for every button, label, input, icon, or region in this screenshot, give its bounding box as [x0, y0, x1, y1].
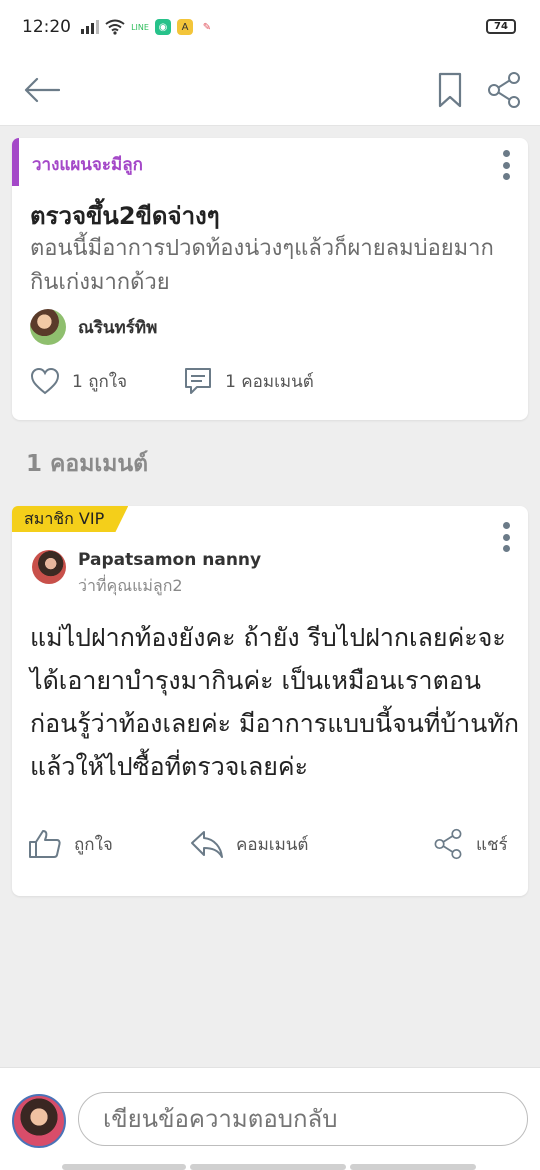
comment-author[interactable]: Papatsamon nanny ว่าที่คุณแม่ลูก2	[32, 550, 261, 599]
comment-share-button[interactable]: แชร์	[432, 828, 508, 860]
comment-like-label: ถูกใจ	[74, 834, 113, 855]
comment-count-label: 1 คอมเมนต์	[225, 371, 314, 392]
comment-reply-label: คอมเมนต์	[236, 834, 309, 855]
arrow-left-icon	[24, 77, 60, 103]
post-title: ตรวจขึ้น2ขีดจ่างๆ	[30, 202, 220, 230]
comment-card: สมาชิก VIP Papatsamon nanny ว่าที่คุณแม่…	[12, 506, 528, 896]
home-indicator	[190, 1164, 346, 1170]
vip-badge: สมาชิก VIP	[12, 506, 129, 532]
like-count: 1 ถูกใจ	[72, 371, 128, 392]
reply-input[interactable]	[78, 1092, 528, 1146]
post-author[interactable]: ณรินทร์ทิพ	[30, 309, 157, 345]
share-icon	[488, 72, 520, 108]
thumbs-up-icon	[29, 830, 61, 858]
comment-reply-button[interactable]: คอมเมนต์	[190, 829, 308, 859]
avatar[interactable]	[30, 309, 66, 345]
translate-app-icon: A	[177, 19, 193, 35]
kebab-dot-icon	[502, 150, 510, 157]
post-category[interactable]: วางแผนจะมีลูก	[32, 151, 143, 178]
status-time: 12:20	[22, 17, 71, 37]
status-icons: LINE ◉ A ✎	[81, 19, 215, 35]
reply-bar	[0, 1067, 540, 1170]
kebab-dot-icon	[502, 161, 510, 169]
post-stats: 1 ถูกใจ 1 คอมเมนต์	[30, 366, 314, 396]
bookmark-button[interactable]	[432, 66, 468, 114]
comment-stat[interactable]: 1 คอมเมนต์	[183, 366, 314, 396]
post-body: ตอนนี้มีอาการปวดท้องน่วงๆแล้วก็ผายลมบ่อย…	[30, 236, 494, 295]
kebab-dot-icon	[502, 545, 510, 552]
messenger-app-icon: ✎	[199, 19, 215, 35]
post-card: วางแผนจะมีลูก ตรวจขึ้น2ขีดจ่างๆ ตอนนี้มี…	[12, 138, 528, 420]
comment-like-button[interactable]: ถูกใจ	[28, 829, 113, 859]
heart-icon	[30, 367, 60, 395]
comment-icon	[185, 368, 212, 394]
comment-share-label: แชร์	[476, 834, 508, 855]
share-button[interactable]	[482, 66, 526, 114]
avatar	[12, 1094, 66, 1148]
kebab-dot-icon	[502, 533, 510, 541]
status-bar: 12:20 LINE ◉ A ✎ 74	[0, 0, 540, 54]
home-indicator	[62, 1164, 186, 1170]
comment-body: แม่ไปฝากท้องยังคะ ถ้ายัง รีบไปฝากเลยค่ะจ…	[30, 623, 519, 781]
comment-more-button[interactable]	[496, 522, 516, 552]
comments-header: 1 คอมเมนต์	[26, 451, 149, 477]
battery-icon: 74	[486, 19, 516, 34]
category-indicator	[12, 138, 19, 186]
line-app-icon: LINE	[131, 19, 149, 35]
kebab-dot-icon	[502, 173, 510, 180]
chat-app-icon: ◉	[155, 19, 171, 35]
wifi-icon	[105, 19, 125, 35]
like-stat[interactable]: 1 ถูกใจ	[30, 367, 127, 395]
avatar[interactable]	[32, 550, 66, 584]
kebab-dot-icon	[502, 522, 510, 529]
back-button[interactable]	[20, 68, 64, 112]
author-name[interactable]: ณรินทร์ทิพ	[78, 314, 157, 341]
post-more-button[interactable]	[496, 150, 516, 180]
top-app-bar	[0, 54, 540, 126]
signal-icon	[81, 20, 99, 34]
comment-author-subtitle: ว่าที่คุณแม่ลูก2	[78, 576, 183, 595]
share-icon	[434, 828, 462, 860]
reply-icon	[191, 831, 223, 858]
home-indicator	[350, 1164, 476, 1170]
comment-author-name[interactable]: Papatsamon nanny	[78, 550, 261, 570]
bookmark-icon	[438, 72, 462, 108]
